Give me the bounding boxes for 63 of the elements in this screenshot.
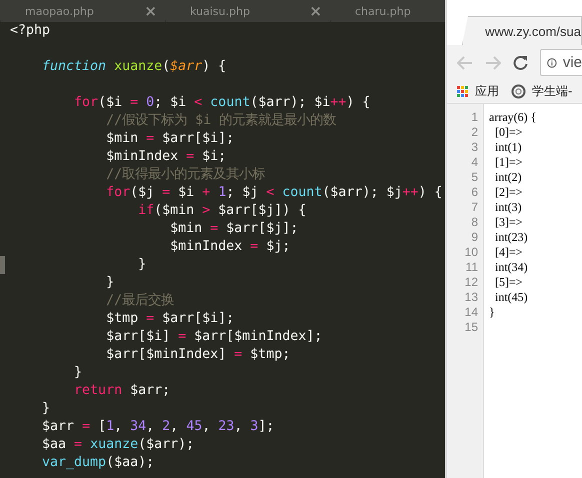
source-line: [0]=>: [494, 125, 524, 140]
info-icon: [547, 56, 557, 70]
line-number: 11: [464, 260, 479, 275]
code-line: $tmp = $arr[$i];: [105, 310, 234, 328]
code-line: for($i = 0; $i < count($arr); $i++) {: [73, 94, 370, 112]
code-line: }: [73, 364, 82, 382]
source-line: int(2): [494, 170, 523, 185]
source-line: int(45): [494, 290, 529, 305]
line-number: 2: [470, 125, 479, 140]
code-line: $minIndex = $i;: [105, 148, 226, 166]
code-line: $arr[$i] = $arr[$minIndex];: [105, 328, 322, 346]
source-line: [5]=>: [494, 275, 524, 290]
line-number: 4: [470, 155, 479, 170]
code-line: for($j = $i + 1; $j < count($arr); $j++) {: [105, 184, 442, 202]
address-field[interactable]: vie: [540, 49, 582, 76]
close-icon[interactable]: ×: [144, 2, 157, 20]
code-line: }: [105, 274, 114, 292]
bookmark[interactable]: 应用: [457, 83, 499, 100]
code-line: }: [137, 256, 146, 274]
code-line: $min = $arr[$i];: [105, 130, 234, 148]
source-line: int(34): [494, 260, 529, 275]
code-line: function xuanze($arr) {: [41, 58, 226, 76]
source-line: }: [489, 305, 496, 320]
browser-tab[interactable]: www.zy.com/sua: [462, 16, 582, 45]
line-number: 1: [470, 110, 479, 125]
source-line: [1]=>: [494, 155, 524, 170]
code-line: $arr = [1, 34, 2, 45, 23, 3];: [41, 418, 274, 436]
code-line: $min = $arr[$j];: [169, 220, 298, 238]
line-number: 5: [470, 170, 479, 185]
code-line: //假设下标为 $i 的元素就是最小的数: [105, 112, 336, 130]
source-line: [4]=>: [494, 245, 524, 260]
line-number: 8: [470, 215, 479, 230]
code-line: $aa = xuanze($arr);: [41, 436, 194, 454]
code-line: var_dump($aa);: [41, 454, 154, 472]
line-number: 9: [470, 230, 479, 245]
bookmark[interactable]: 学生端-: [511, 83, 572, 100]
source-line: [2]=>: [494, 185, 524, 200]
source-line: int(23): [494, 230, 529, 245]
line-number: 15: [464, 320, 479, 335]
line-number: 14: [464, 305, 479, 320]
reload-icon[interactable]: [513, 55, 528, 70]
code-line: <?php: [10, 22, 50, 40]
line-number: 10: [464, 245, 479, 260]
line-number: 7: [470, 200, 479, 215]
line-number: 13: [464, 290, 479, 305]
code-line: return $arr;: [73, 382, 170, 400]
line-number: 12: [464, 275, 479, 290]
code-line: $arr[$minIndex] = $tmp;: [105, 346, 290, 364]
code-line: if($min > $arr[$j]) {: [137, 202, 306, 220]
source-line: int(1): [494, 140, 523, 155]
close-icon[interactable]: ×: [309, 2, 322, 20]
back-icon[interactable]: [457, 56, 473, 70]
code-line: }: [41, 400, 50, 418]
forward-icon[interactable]: [485, 56, 501, 70]
apps-grid-icon: [457, 86, 469, 98]
code-line: //最后交换: [105, 292, 174, 310]
code-line: $minIndex = $j;: [169, 238, 290, 256]
code-line: //取得最小的元素及其小标: [105, 166, 266, 184]
line-number: 6: [470, 185, 479, 200]
source-line: int(3): [494, 200, 523, 215]
source-line: array(6) {: [489, 110, 536, 125]
source-line: [3]=>: [494, 215, 524, 230]
line-number: 3: [470, 140, 479, 155]
